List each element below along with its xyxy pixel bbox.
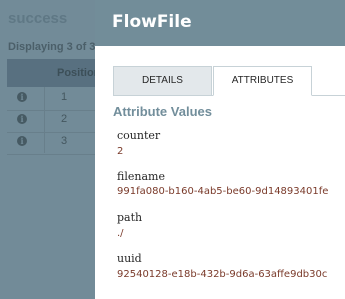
row-position: 1 — [61, 91, 68, 103]
info-icon[interactable]: i — [17, 92, 27, 102]
attribute-value: 92540128-e18b-432b-9d6a-63affe9db30c — [117, 269, 328, 280]
attribute-value: 991fa080-b160-4ab5-be60-9d14893401fe — [117, 186, 329, 197]
listing-count-text: Displaying 3 of 3 — [8, 41, 96, 53]
attribute-name: path — [117, 211, 143, 224]
table-row[interactable]: i 2 — [7, 109, 102, 133]
table-row[interactable]: i 1 — [7, 87, 102, 111]
column-header-position[interactable]: Position — [57, 67, 100, 79]
attribute-value: ./ — [117, 228, 124, 239]
dialog-title: FlowFile — [112, 12, 192, 32]
info-icon[interactable]: i — [17, 114, 27, 124]
dialog-header: FlowFile — [95, 0, 345, 46]
info-icon[interactable]: i — [17, 136, 27, 146]
tab-details[interactable]: DETAILS — [113, 66, 212, 96]
section-title: Attribute Values — [113, 104, 212, 119]
attribute-name: filename — [117, 170, 165, 183]
attribute-value: 2 — [117, 146, 124, 157]
flowfile-dialog: FlowFile DETAILS ATTRIBUTES Attribute Va… — [95, 0, 345, 299]
column-divider — [44, 87, 45, 153]
table-row[interactable]: i 3 — [7, 131, 102, 155]
tab-attributes[interactable]: ATTRIBUTES — [213, 66, 312, 96]
row-position: 3 — [61, 135, 68, 147]
queue-title: success — [8, 10, 68, 27]
attribute-name: counter — [117, 129, 161, 142]
row-position: 2 — [61, 113, 68, 125]
attribute-name: uuid — [117, 252, 142, 265]
